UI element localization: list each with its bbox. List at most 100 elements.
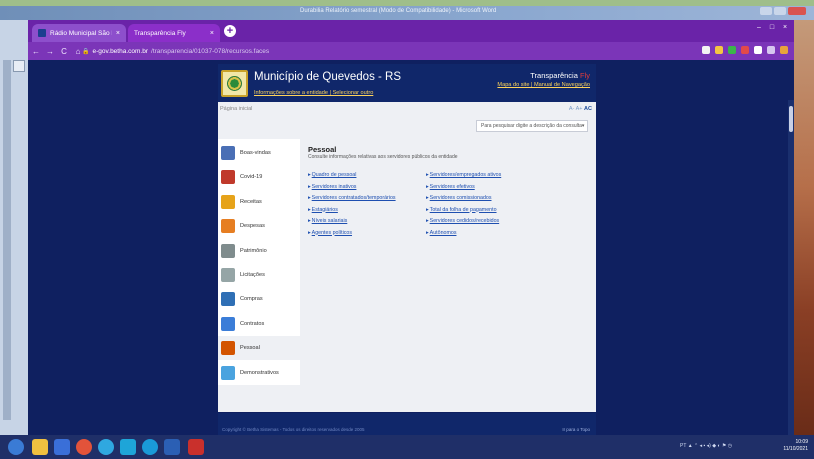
section-content: Pessoal Consulte informações relativas a…	[300, 139, 596, 385]
extension-icon[interactable]	[728, 46, 736, 54]
copyright-text: Copyright © Betha Sistemas - Todos os di…	[222, 427, 365, 432]
reload-button[interactable]: C	[58, 47, 70, 56]
puzzle-icon[interactable]	[754, 46, 762, 54]
link-column-1: Quadro de pessoalServidores inativosServ…	[308, 170, 396, 239]
desktop-wallpaper-strip	[794, 20, 814, 435]
breadcrumb[interactable]: Página inicial	[220, 106, 252, 112]
sidebar-item-covid-19[interactable]: Covid-19	[218, 165, 300, 189]
section-link[interactable]: Servidores cedidos/recebidos	[426, 216, 501, 228]
forward-button[interactable]: →	[44, 47, 56, 56]
site-header: Município de Quevedos - RS Informações s…	[218, 64, 596, 102]
section-link[interactable]: Agentes políticos	[308, 228, 396, 240]
font-size-controls: A- A+ AC	[569, 106, 592, 112]
profile-avatar[interactable]	[780, 46, 788, 54]
header-links[interactable]: Mapa do site | Manual de Navegação	[497, 82, 590, 88]
extension-icon[interactable]	[715, 46, 723, 54]
word-vertical-ruler	[3, 60, 11, 420]
maximize-button[interactable]: □	[767, 23, 777, 33]
tab-bar: Rádio Municipal São Pedro × Transparênci…	[28, 20, 794, 42]
section-link[interactable]: Quadro de pessoal	[308, 170, 396, 182]
section-title: Pessoal	[308, 145, 337, 154]
word-icon[interactable]	[164, 439, 180, 455]
skype-icon[interactable]	[120, 439, 136, 455]
municipality-title: Município de Quevedos - RS	[254, 71, 402, 83]
search-input[interactable]: Para pesquisar digite a descrição da con…	[476, 120, 588, 132]
word-window-title: Durabilia Relatório semestral (Modo de C…	[300, 8, 497, 14]
lock-icon: 🔒	[82, 48, 90, 55]
sidebar-item-contratos[interactable]: Contratos	[218, 312, 300, 336]
star-icon[interactable]	[702, 46, 710, 54]
clock[interactable]: 10:09 11/10/2021	[783, 439, 808, 453]
clock-date: 11/10/2021	[783, 446, 808, 452]
extension-icon[interactable]	[741, 46, 749, 54]
file-explorer-icon[interactable]	[32, 439, 48, 455]
sidebar-item-label: Boas-vindas	[240, 150, 271, 156]
section-link[interactable]: Servidores contratados/temporários	[308, 193, 396, 205]
back-button[interactable]: ←	[30, 47, 42, 56]
taskbar: PT ▲ ⌃ ◂ ▪ ◂) ◆ ◐ ⚑ ◷ 10:09 11/10/2021	[0, 435, 814, 459]
section-link[interactable]: Total da folha de pagamento	[426, 205, 501, 217]
tab-label: Transparência Fly	[134, 29, 186, 37]
sidebar-item-licitacoes[interactable]: Licitações	[218, 263, 300, 287]
back-to-top-link[interactable]: Ir para o Topo	[562, 427, 590, 432]
browser-window: Rádio Municipal São Pedro × Transparênci…	[28, 20, 794, 435]
start-button[interactable]	[8, 439, 24, 455]
section-link[interactable]: Estagiários	[308, 205, 396, 217]
sidebar-item-demonstrativos[interactable]: Demonstrativos	[218, 361, 300, 385]
transparencia-brand: Transparência Fly	[530, 71, 590, 80]
sidebar-item-pessoal[interactable]: Pessoal	[218, 336, 300, 361]
vertical-scrollbar[interactable]	[788, 100, 794, 435]
municipality-links[interactable]: Informações sobre a entidade | Seleciona…	[254, 90, 373, 96]
sidebar-item-compras[interactable]: Compras	[218, 287, 300, 311]
url-field[interactable]: 🔒 e-gov.betha.com.br/transparencia/01037…	[82, 45, 642, 57]
section-link[interactable]: Servidores comissionados	[426, 193, 501, 205]
tab-radio-municipal[interactable]: Rádio Municipal São Pedro ×	[32, 24, 126, 42]
url-host: e-gov.betha.com.br	[92, 47, 149, 55]
sidebar-item-label: Licitações	[240, 272, 265, 278]
sidebar-item-label: Despesas	[240, 223, 265, 230]
system-tray[interactable]: PT ▲ ⌃ ◂ ▪ ◂) ◆ ◐ ⚑ ◷	[680, 443, 732, 449]
tab-transparencia[interactable]: Transparência Fly ×	[128, 24, 220, 42]
sidebar-item-label: Receitas	[240, 198, 262, 205]
edge-icon[interactable]	[54, 439, 70, 455]
minimize-button[interactable]: –	[754, 23, 764, 33]
sidebar-item-label: Contratos	[240, 320, 265, 327]
section-link[interactable]: Níveis salariais	[308, 216, 396, 228]
app-icon[interactable]	[142, 439, 158, 455]
section-link[interactable]: Servidores/empregados ativos	[426, 170, 502, 182]
app-icon[interactable]	[98, 439, 114, 455]
word-page-thumbnail[interactable]	[13, 60, 25, 72]
font-increase-button[interactable]: A+	[576, 106, 583, 112]
pdf-icon[interactable]	[188, 439, 204, 455]
report-icon	[221, 365, 235, 380]
sidebar-item-patrimonio[interactable]: Patrimônio	[218, 239, 300, 263]
address-bar-row: ← → C ⌂ 🔒 e-gov.betha.com.br/transparenc…	[28, 42, 794, 60]
welcome-icon	[221, 146, 235, 160]
section-link[interactable]: Autônomos	[426, 228, 501, 240]
menu-panel: Boas-vindas Covid-19 Receitas Despesas Patri…	[218, 139, 596, 385]
section-link[interactable]: Servidores efetivos	[426, 182, 501, 194]
playlist-icon[interactable]	[767, 46, 775, 54]
new-tab-button[interactable]: +	[224, 25, 236, 37]
minimize-icon[interactable]	[760, 7, 772, 15]
tab-label: Rádio Municipal São Pedro	[50, 29, 112, 37]
building-icon	[221, 243, 235, 258]
sidebar-item-boas-vindas[interactable]: Boas-vindas	[218, 141, 300, 165]
close-button[interactable]: ×	[780, 23, 790, 33]
sidebar-item-despesas[interactable]: Despesas	[218, 214, 300, 238]
url-path: /transparencia/01037-078/recursos.faces	[151, 47, 270, 55]
section-link[interactable]: Servidores inativos	[308, 182, 396, 194]
maximize-icon[interactable]	[774, 7, 786, 15]
section-subtitle: Consulte informações relativas aos servi…	[308, 154, 458, 160]
font-decrease-button[interactable]: A-	[569, 106, 575, 112]
word-window-controls[interactable]	[760, 7, 806, 15]
people-icon	[221, 341, 235, 356]
sidebar-item-receitas[interactable]: Receitas	[218, 190, 300, 214]
tab-close-icon[interactable]: ×	[116, 30, 120, 37]
contrast-button[interactable]: AC	[584, 106, 592, 112]
chrome-icon[interactable]	[76, 439, 92, 455]
close-icon[interactable]	[788, 7, 806, 15]
tab-close-icon[interactable]: ×	[210, 30, 214, 37]
web-page: Município de Quevedos - RS Informações s…	[28, 60, 794, 435]
municipality-crest-icon[interactable]	[221, 70, 248, 97]
